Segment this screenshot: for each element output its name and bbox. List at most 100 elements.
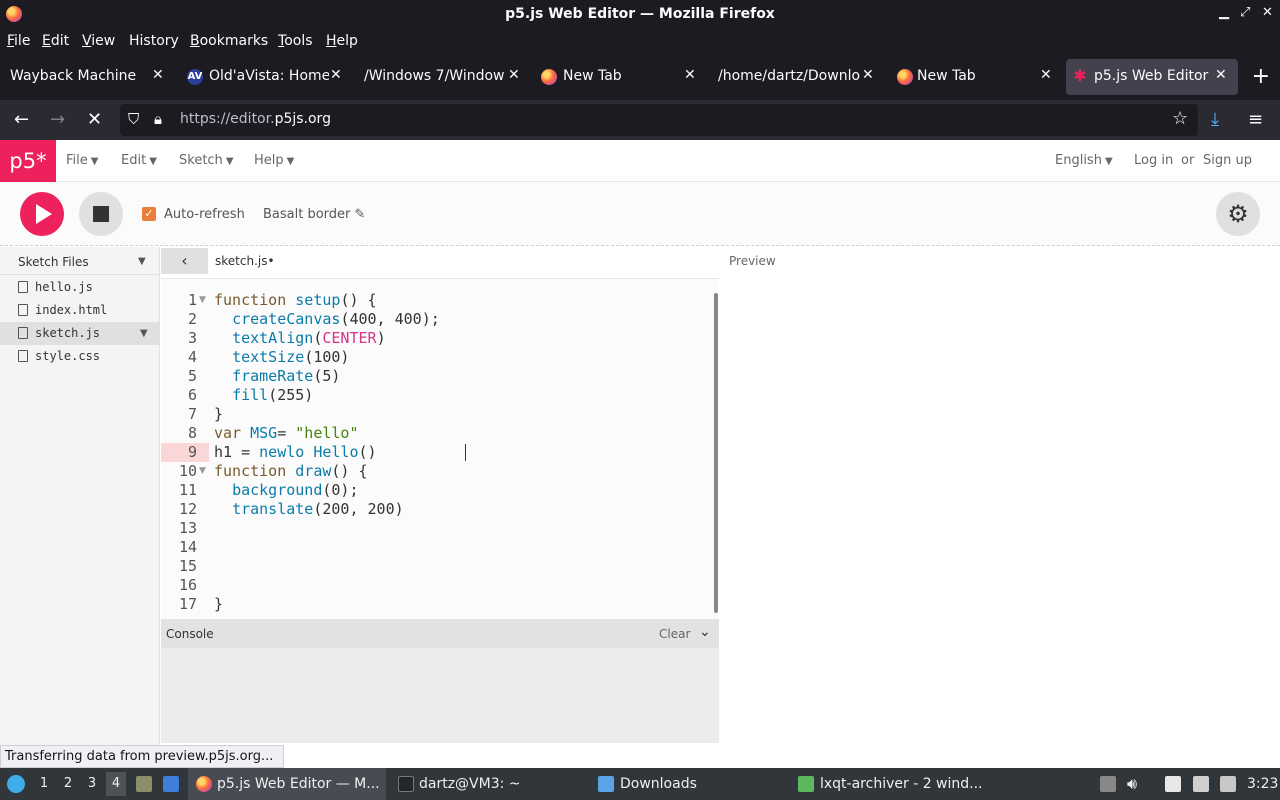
p5-menu-help[interactable]: Help ▼ xyxy=(254,153,294,168)
menu-history[interactable]: History xyxy=(129,33,179,49)
line-number: 15 xyxy=(178,557,197,575)
menu-file[interactable]: File xyxy=(7,33,30,49)
code-editor[interactable]: 1 2 3 4 5 6 7 8 9 10 11 12 13 14 15 16 1… xyxy=(161,278,719,618)
tab-p5js-web-editor[interactable]: ✱ p5.js Web Editor ✕ xyxy=(1066,59,1238,95)
code-line[interactable]: createCanvas(400, 400); xyxy=(214,310,440,329)
code-line[interactable]: } xyxy=(214,405,223,424)
url-text[interactable]: https://editor.p5js.org xyxy=(180,111,331,127)
console-label: Console xyxy=(166,627,214,641)
start-menu-icon[interactable] xyxy=(7,775,25,793)
code-line[interactable]: frameRate(5) xyxy=(214,367,340,386)
chevron-down-icon: ▼ xyxy=(90,156,99,167)
hamburger-menu-icon[interactable]: ≡ xyxy=(1248,109,1263,130)
task-lxqt-archiver[interactable]: lxqt-archiver - 2 wind... xyxy=(796,768,996,800)
play-button[interactable] xyxy=(20,192,64,236)
pencil-icon[interactable]: ✎ xyxy=(355,207,366,222)
desktop-switch-3[interactable]: 3 xyxy=(82,772,102,796)
tab-close-icon[interactable]: ✕ xyxy=(152,67,164,83)
tab-new-tab-2[interactable]: New Tab ✕ xyxy=(886,59,1064,95)
file-item-index-html[interactable]: index.html xyxy=(0,299,160,322)
menu-tools[interactable]: Tools xyxy=(278,33,313,49)
back-icon[interactable]: ← xyxy=(14,109,29,130)
tab-close-icon[interactable]: ✕ xyxy=(508,67,520,83)
bookmark-star-icon[interactable]: ☆ xyxy=(1172,108,1188,129)
code-line[interactable]: textSize(100) xyxy=(214,348,349,367)
new-tab-icon[interactable]: + xyxy=(1252,64,1270,89)
tab-close-icon[interactable]: ✕ xyxy=(1215,67,1227,83)
task-terminal[interactable]: dartz@VM3: ~ xyxy=(390,768,590,800)
volume-icon[interactable]: 🔊︎ xyxy=(1127,774,1137,794)
lock-icon[interactable]: 🔒︎ xyxy=(154,110,162,128)
downloads-icon[interactable]: ⤓ xyxy=(1211,109,1219,130)
editor-scrollbar[interactable] xyxy=(714,293,718,613)
chevron-down-icon[interactable]: ⌄ xyxy=(699,624,711,640)
code-line[interactable]: } xyxy=(214,595,223,614)
code-line[interactable]: fill(255) xyxy=(214,386,313,405)
task-downloads[interactable]: Downloads xyxy=(594,768,792,800)
tab-home-dartz[interactable]: /home/dartz/Downloa ✕ xyxy=(708,59,886,95)
file-manager-icon[interactable] xyxy=(136,776,152,792)
login-link[interactable]: Log in xyxy=(1134,153,1173,168)
auto-refresh-checkbox[interactable]: ✓ xyxy=(142,207,156,221)
keyboard-icon[interactable] xyxy=(1220,776,1236,792)
p5-menu-edit[interactable]: Edit ▼ xyxy=(121,153,157,168)
tab-close-icon[interactable]: ✕ xyxy=(684,67,696,83)
code-line[interactable]: textAlign(CENTER) xyxy=(214,329,386,348)
menu-help[interactable]: Help xyxy=(326,33,358,49)
tab-close-icon[interactable]: ✕ xyxy=(862,67,874,83)
fold-arrow-icon[interactable]: ▼ xyxy=(199,295,206,305)
forward-icon[interactable]: → xyxy=(50,109,65,130)
usb-icon[interactable] xyxy=(1100,776,1116,792)
desktop-switch-2[interactable]: 2 xyxy=(58,772,78,796)
code-line[interactable]: function draw() { xyxy=(214,462,368,481)
clock[interactable]: 3:23 xyxy=(1247,776,1278,792)
p5-menu-file[interactable]: File ▼ xyxy=(66,153,98,168)
collapse-sidebar-button[interactable]: ‹ xyxy=(161,248,208,274)
fold-arrow-icon[interactable]: ▼ xyxy=(199,466,206,476)
network-icon[interactable] xyxy=(1193,776,1209,792)
menu-edit[interactable]: Edit xyxy=(42,33,69,49)
tab-wayback-machine[interactable]: Wayback Machine ✕ xyxy=(0,59,176,95)
code-line[interactable]: translate(200, 200) xyxy=(214,500,404,519)
shield-icon[interactable]: ⛉ xyxy=(128,110,139,128)
firefox-icon xyxy=(541,69,557,85)
close-icon[interactable]: ✕ xyxy=(1262,5,1273,20)
tab-close-icon[interactable]: ✕ xyxy=(1040,67,1052,83)
av-icon: AV xyxy=(187,69,203,85)
tab-close-icon[interactable]: ✕ xyxy=(330,67,342,83)
p5-menu-sketch[interactable]: Sketch ▼ xyxy=(179,153,234,168)
restore-icon[interactable]: ⤢ xyxy=(1240,5,1250,20)
desktop-switch-4[interactable]: 4 xyxy=(106,772,126,796)
code-line[interactable]: background(0); xyxy=(214,481,358,500)
file-item-sketch-js[interactable]: sketch.js ▼ xyxy=(0,322,160,345)
menu-bookmarks[interactable]: Bookmarks xyxy=(190,33,268,49)
preview-label: Preview xyxy=(729,254,776,268)
task-firefox[interactable]: p5.js Web Editor — M... xyxy=(188,768,386,800)
file-item-style-css[interactable]: style.css xyxy=(0,345,160,368)
settings-button[interactable]: ⚙ xyxy=(1216,192,1260,236)
desktop-switch-1[interactable]: 1 xyxy=(34,772,54,796)
signup-link[interactable]: Sign up xyxy=(1203,153,1252,168)
code-line[interactable]: var MSG= "hello" xyxy=(214,424,359,443)
chevron-down-icon[interactable]: ▼ xyxy=(138,256,146,267)
url-bar[interactable]: ⛉ 🔒︎ https://editor.p5js.org ☆ xyxy=(120,104,1198,136)
menu-view[interactable]: View xyxy=(82,33,115,49)
stop-button[interactable] xyxy=(79,192,123,236)
tab-oldavista[interactable]: AV Old'aVista: Home ✕ xyxy=(176,59,354,95)
clipboard-icon[interactable] xyxy=(1165,776,1181,792)
minimize-icon[interactable]: ▁ xyxy=(1219,5,1229,20)
p5-logo[interactable]: p5* xyxy=(0,140,56,182)
open-file-tab[interactable]: sketch.js• xyxy=(215,254,275,268)
show-desktop-icon[interactable] xyxy=(163,776,179,792)
language-select[interactable]: English ▼ xyxy=(1055,153,1113,168)
tab-windows7[interactable]: /Windows 7/Windows ✕ xyxy=(354,59,530,95)
terminal-icon xyxy=(398,776,414,792)
code-line[interactable]: h1 = newlo Hello() xyxy=(214,443,377,462)
file-item-hello-js[interactable]: hello.js xyxy=(0,276,160,299)
stop-loading-icon[interactable]: ✕ xyxy=(87,109,102,130)
sketch-name[interactable]: Basalt border ✎ xyxy=(263,207,365,222)
chevron-down-icon[interactable]: ▼ xyxy=(140,328,148,339)
code-line[interactable]: function setup() { xyxy=(214,291,377,310)
console-clear-button[interactable]: Clear xyxy=(659,627,690,641)
tab-new-tab-1[interactable]: New Tab ✕ xyxy=(530,59,708,95)
